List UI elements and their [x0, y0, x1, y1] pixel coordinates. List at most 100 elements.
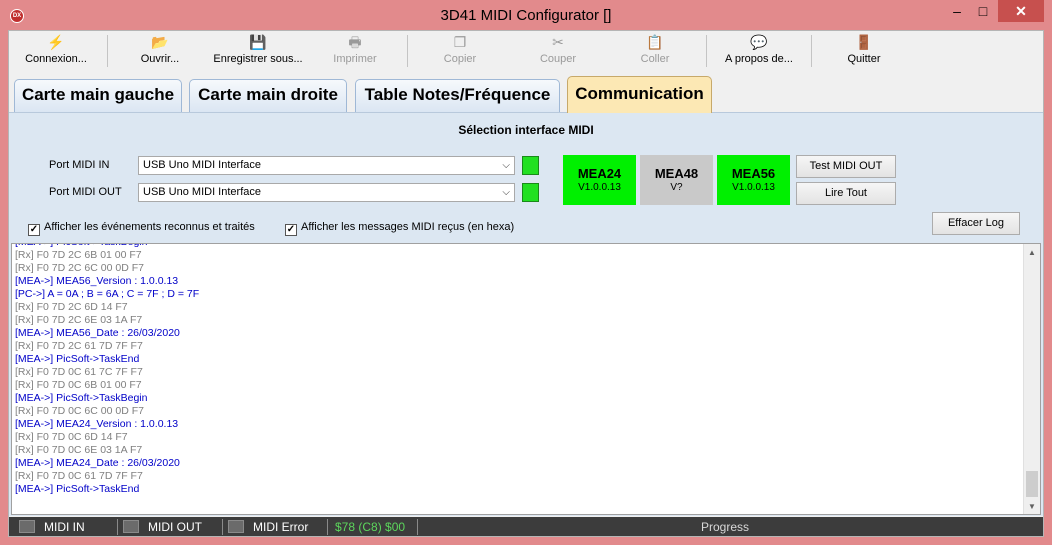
log-line: [MEA->] MEA24_Date : 26/03/2020 — [15, 457, 180, 469]
communication-panel: Sélection interface MIDI Port MIDI IN US… — [9, 112, 1043, 516]
status-separator — [417, 519, 418, 535]
paste-icon: 📋 — [646, 34, 664, 50]
module-version: V1.0.0.13 — [732, 182, 775, 193]
module-name: MEA56 — [731, 166, 776, 181]
midi-error-status-label: MIDI Error — [253, 520, 309, 534]
save-icon: 💾 — [249, 34, 267, 50]
connect-icon: ⚡ — [47, 34, 65, 50]
ouvrir-label: Ouvrir... — [140, 53, 180, 65]
log-line: [Rx] F0 7D 2C 6D 14 F7 — [15, 301, 128, 313]
open-folder-icon: 📂 — [151, 34, 169, 50]
port-midi-out-select[interactable]: USB Uno MIDI Interface ⌵ — [138, 183, 515, 202]
midi-hex-readout: $78 (C8) $00 — [335, 520, 406, 534]
module-name: MEA24 — [577, 166, 622, 181]
scissors-icon: ✂ — [552, 34, 564, 50]
couper-label: Couper — [539, 53, 577, 65]
module-mea48: MEA48 V? — [640, 155, 713, 205]
scroll-down-icon[interactable]: ▼ — [1024, 500, 1040, 514]
copy-icon: ❐ — [453, 34, 467, 50]
tab-table-notes-frequence[interactable]: Table Notes/Fréquence — [355, 79, 560, 112]
tab-bar: Carte main gauche Carte main droite Tabl… — [9, 76, 1043, 113]
checkbox-check-icon[interactable]: ✓ — [285, 224, 297, 236]
quit-icon: 🚪 — [855, 34, 873, 50]
status-separator — [222, 519, 223, 535]
section-title: Sélection interface MIDI — [458, 123, 594, 137]
log-line: [Rx] F0 7D 2C 61 7D 7F F7 — [15, 340, 143, 352]
maximize-button[interactable]: □ — [970, 0, 996, 22]
port-midi-in-select[interactable]: USB Uno MIDI Interface ⌵ — [138, 156, 515, 175]
midi-in-status-label: MIDI IN — [44, 520, 85, 534]
port-midi-out-value: USB Uno MIDI Interface — [143, 186, 261, 198]
port-midi-in-label: Port MIDI IN — [49, 159, 110, 171]
midi-in-indicator: MIDI IN — [19, 517, 85, 536]
copier-button[interactable]: ❐ Copier — [429, 32, 491, 72]
connexion-button[interactable]: ⚡ Connexion... — [17, 32, 95, 72]
toolbar-separator — [706, 35, 707, 67]
log-line: [MEA->] PicSoft->TaskBegin — [15, 392, 148, 404]
status-bar: MIDI IN MIDI OUT MIDI Error $78 (C8) $00… — [9, 517, 1043, 536]
port-midi-in-value: USB Uno MIDI Interface — [143, 159, 261, 171]
tab-communication[interactable]: Communication — [567, 76, 712, 113]
enregistrer-button[interactable]: 💾 Enregistrer sous... — [207, 32, 309, 72]
show-midi-hex-checkbox[interactable]: ✓ Afficher les messages MIDI reçus (en he… — [285, 221, 514, 236]
coller-label: Coller — [640, 53, 670, 65]
midi-in-led — [19, 520, 35, 533]
imprimer-button[interactable]: 🖶 Imprimer — [325, 32, 385, 72]
port-midi-out-label: Port MIDI OUT — [49, 186, 122, 198]
midi-error-led — [228, 520, 244, 533]
a-propos-button[interactable]: 💬 A propos de... — [715, 32, 803, 72]
log-line: [PC->] A = 0A ; B = 6A ; C = 7F ; D = 7F — [15, 288, 200, 300]
log-line: [Rx] F0 7D 0C 61 7C 7F F7 — [15, 366, 143, 378]
module-mea24: MEA24 V1.0.0.13 — [563, 155, 636, 205]
quitter-button[interactable]: 🚪 Quitter — [831, 32, 897, 72]
log-line: [MEA->] PicSoft->TaskEnd — [15, 353, 140, 365]
midi-in-status-led — [522, 156, 539, 175]
effacer-log-button[interactable]: Effacer Log — [932, 212, 1020, 235]
module-version: V? — [670, 182, 683, 193]
title-bar: DX 3D41 MIDI Configurator [] – □ ✕ — [0, 0, 1052, 30]
chevron-down-icon[interactable]: ⌵ — [502, 184, 510, 201]
show-events-checkbox[interactable]: ✓ Afficher les événements reconnus et tra… — [28, 221, 255, 236]
tab-carte-main-droite[interactable]: Carte main droite — [189, 79, 347, 112]
status-separator — [327, 519, 328, 535]
log-lines: [MEA->] PicSoft->TaskBegin [Rx] F0 7D 2C … — [15, 244, 1020, 496]
scroll-thumb[interactable] — [1026, 471, 1038, 497]
midi-out-status-label: MIDI OUT — [148, 520, 202, 534]
log-line: [Rx] F0 7D 2C 6E 03 1A F7 — [15, 314, 143, 326]
test-midi-out-button[interactable]: Test MIDI OUT — [796, 155, 896, 178]
log-line: [Rx] F0 7D 0C 6D 14 F7 — [15, 431, 128, 443]
log-line: [MEA->] MEA24_Version : 1.0.0.13 — [15, 418, 179, 430]
main-window: ⚡ Connexion... 📂 Ouvrir... 💾 Enregistrer… — [8, 30, 1044, 537]
midi-error-indicator: MIDI Error — [228, 517, 309, 536]
enregistrer-label: Enregistrer sous... — [213, 53, 303, 65]
lire-tout-button[interactable]: Lire Tout — [796, 182, 896, 205]
status-separator — [117, 519, 118, 535]
log-line: [MEA->] MEA56_Version : 1.0.0.13 — [15, 275, 179, 287]
window-title: 3D41 MIDI Configurator [] — [440, 7, 612, 24]
chevron-down-icon[interactable]: ⌵ — [502, 157, 510, 174]
progress-label: Progress — [701, 520, 750, 534]
close-button[interactable]: ✕ — [998, 0, 1044, 22]
log-line: [Rx] F0 7D 2C 6B 01 00 F7 — [15, 249, 142, 261]
imprimer-label: Imprimer — [333, 53, 377, 65]
log-line: [Rx] F0 7D 0C 6B 01 00 F7 — [15, 379, 142, 391]
scroll-up-icon[interactable]: ▲ — [1024, 246, 1040, 260]
coller-button[interactable]: 📋 Coller — [624, 32, 686, 72]
log-line: [Rx] F0 7D 0C 6C 00 0D F7 — [15, 405, 144, 417]
tab-carte-main-gauche[interactable]: Carte main gauche — [14, 79, 182, 112]
log-scrollbar[interactable]: ▲ ▼ — [1023, 244, 1040, 514]
about-icon: 💬 — [750, 34, 768, 50]
toolbar-separator — [811, 35, 812, 67]
checkbox-check-icon[interactable]: ✓ — [28, 224, 40, 236]
couper-button[interactable]: ✂ Couper — [527, 32, 589, 72]
toolbar: ⚡ Connexion... 📂 Ouvrir... 💾 Enregistrer… — [9, 31, 1043, 73]
module-version: V1.0.0.13 — [578, 182, 621, 193]
ouvrir-button[interactable]: 📂 Ouvrir... — [129, 32, 191, 72]
minimize-button[interactable]: – — [944, 0, 970, 22]
log-line: [Rx] F0 7D 0C 6E 03 1A F7 — [15, 444, 143, 456]
toolbar-separator — [107, 35, 108, 67]
a-propos-label: A propos de... — [725, 53, 793, 65]
log-area[interactable]: [MEA->] PicSoft->TaskBegin [Rx] F0 7D 2C … — [11, 243, 1041, 515]
copier-label: Copier — [443, 53, 477, 65]
log-line: [Rx] F0 7D 0C 61 7D 7F F7 — [15, 470, 143, 482]
